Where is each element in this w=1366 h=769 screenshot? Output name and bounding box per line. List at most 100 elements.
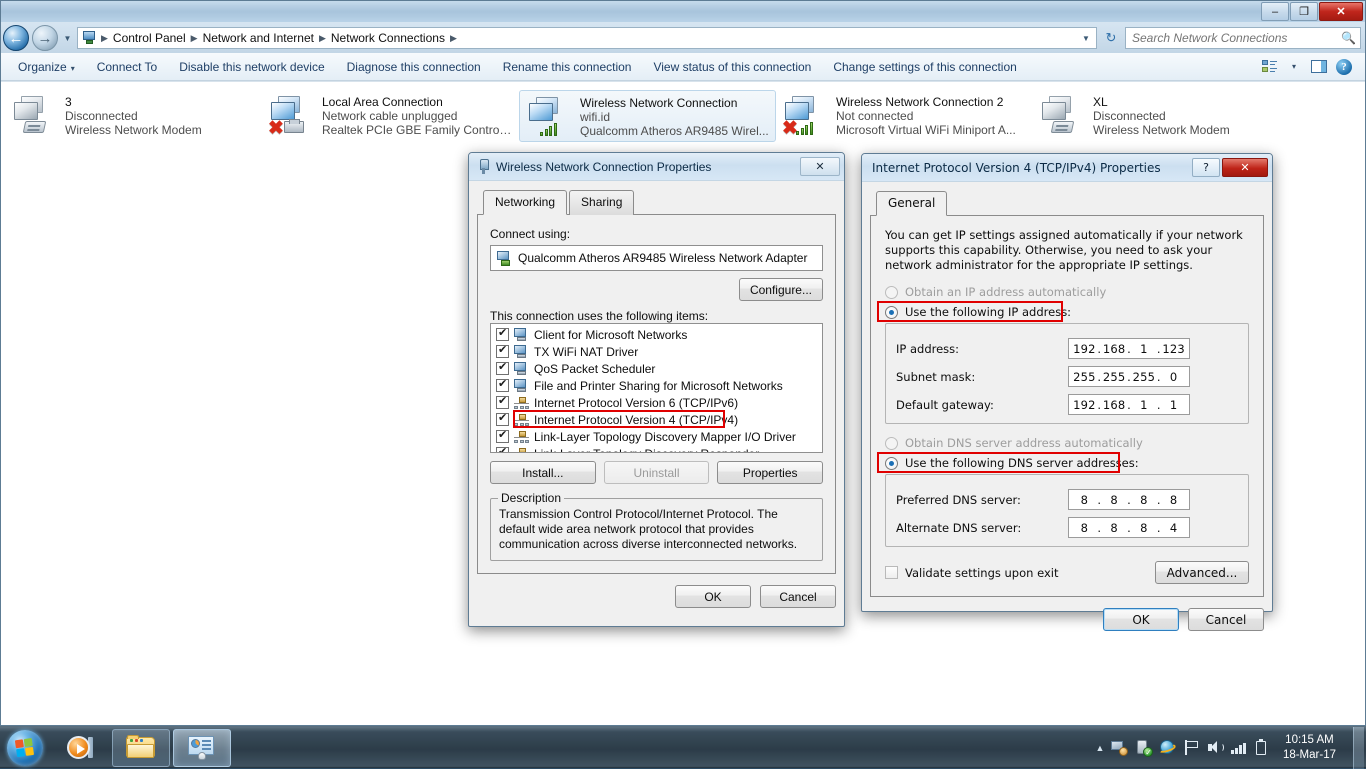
octet-2[interactable]: 8 bbox=[1102, 521, 1127, 535]
diagnose-connection-button[interactable]: Diagnose this connection bbox=[336, 57, 492, 77]
default-gateway-input[interactable]: 192. 168. 1. 1 bbox=[1068, 394, 1190, 415]
advanced-button[interactable]: Advanced... bbox=[1155, 561, 1249, 584]
octet-2[interactable]: 255 bbox=[1102, 370, 1127, 384]
breadcrumb-dropdown-icon[interactable]: ▼ bbox=[1078, 34, 1094, 43]
list-item[interactable]: Link-Layer Topology Discovery Mapper I/O… bbox=[493, 428, 820, 445]
refresh-icon[interactable]: ↻ bbox=[1100, 27, 1122, 49]
list-item[interactable]: Client for Microsoft Networks bbox=[493, 326, 820, 343]
octet-1[interactable]: 255 bbox=[1072, 370, 1097, 384]
octet-4[interactable]: 1 bbox=[1161, 398, 1186, 412]
properties-button[interactable]: Properties bbox=[717, 461, 823, 484]
octet-3[interactable]: 255 bbox=[1132, 370, 1157, 384]
show-preview-pane-icon[interactable] bbox=[1308, 57, 1330, 77]
breadcrumb-separator[interactable]: ▶ bbox=[449, 33, 458, 44]
volume-icon[interactable] bbox=[1207, 739, 1224, 756]
view-status-button[interactable]: View status of this connection bbox=[642, 57, 822, 77]
radio-button[interactable] bbox=[885, 437, 898, 450]
use-following-ip-option[interactable]: Use the following IP address: bbox=[885, 305, 1249, 319]
checkbox[interactable] bbox=[885, 566, 898, 579]
tab-sharing[interactable]: Sharing bbox=[569, 190, 634, 215]
obtain-dns-automatically-option[interactable]: Obtain DNS server address automatically bbox=[885, 436, 1249, 450]
octet-3[interactable]: 1 bbox=[1132, 342, 1157, 356]
back-button[interactable]: ← bbox=[3, 25, 29, 51]
help-button[interactable]: ? bbox=[1192, 158, 1220, 177]
subnet-mask-input[interactable]: 255. 255. 255. 0 bbox=[1068, 366, 1190, 387]
taskbar-item-windows-explorer[interactable] bbox=[112, 729, 170, 767]
checkbox[interactable] bbox=[496, 413, 509, 426]
ok-button[interactable]: OK bbox=[675, 585, 751, 608]
list-item[interactable]: TX WiFi NAT Driver bbox=[493, 343, 820, 360]
recent-pages-dropdown-icon[interactable]: ▼ bbox=[61, 34, 74, 43]
checkbox[interactable] bbox=[496, 362, 509, 375]
octet-1[interactable]: 8 bbox=[1072, 521, 1097, 535]
breadcrumb-item-control-panel[interactable]: Control Panel bbox=[109, 30, 190, 46]
octet-4[interactable]: 123 bbox=[1161, 342, 1186, 356]
close-button[interactable]: ✕ bbox=[800, 157, 840, 176]
checkbox[interactable] bbox=[496, 430, 509, 443]
list-item[interactable]: ✖ Wireless Network Connection 2 Not conn… bbox=[776, 90, 1033, 142]
octet-4[interactable]: 0 bbox=[1161, 370, 1186, 384]
start-button[interactable] bbox=[2, 729, 48, 767]
checkbox[interactable] bbox=[496, 447, 509, 453]
organize-menu-button[interactable]: Organize▾ bbox=[7, 57, 86, 77]
tab-networking[interactable]: Networking bbox=[483, 190, 567, 215]
preferred-dns-input[interactable]: 8. 8. 8. 8 bbox=[1068, 489, 1190, 510]
taskbar-item-windows-media-player[interactable] bbox=[51, 729, 109, 767]
internet-explorer-icon[interactable] bbox=[1159, 739, 1176, 756]
change-settings-button[interactable]: Change settings of this connection bbox=[822, 57, 1027, 77]
list-item-ipv4[interactable]: Internet Protocol Version 4 (TCP/IPv4) bbox=[493, 411, 820, 428]
action-center-flag-icon[interactable] bbox=[1183, 739, 1200, 756]
octet-2[interactable]: 8 bbox=[1102, 493, 1127, 507]
cancel-button[interactable]: Cancel bbox=[760, 585, 836, 608]
search-box[interactable]: 🔍 bbox=[1125, 27, 1361, 49]
close-button[interactable]: ✕ bbox=[1222, 158, 1268, 177]
list-item[interactable]: XL Disconnected Wireless Network Modem bbox=[1033, 90, 1290, 142]
configure-button[interactable]: Configure... bbox=[739, 278, 823, 301]
show-desktop-button[interactable] bbox=[1353, 727, 1364, 769]
octet-1[interactable]: 192 bbox=[1072, 398, 1097, 412]
octet-3[interactable]: 8 bbox=[1132, 521, 1157, 535]
octet-4[interactable]: 4 bbox=[1161, 521, 1186, 535]
maximize-button[interactable]: ❐ bbox=[1290, 2, 1318, 21]
list-item[interactable]: Internet Protocol Version 6 (TCP/IPv6) bbox=[493, 394, 820, 411]
ok-button[interactable]: OK bbox=[1103, 608, 1179, 631]
install-button[interactable]: Install... bbox=[490, 461, 596, 484]
components-list[interactable]: Client for Microsoft Networks TX WiFi NA… bbox=[490, 323, 823, 453]
tab-general[interactable]: General bbox=[876, 191, 947, 216]
clock[interactable]: 10:15 AM 18-Mar-17 bbox=[1277, 733, 1344, 763]
obtain-ip-automatically-option[interactable]: Obtain an IP address automatically bbox=[885, 285, 1249, 299]
ip-address-input[interactable]: 192. 168. 1. 123 bbox=[1068, 338, 1190, 359]
breadcrumb-item-network-and-internet[interactable]: Network and Internet bbox=[199, 30, 318, 46]
octet-4[interactable]: 8 bbox=[1161, 493, 1186, 507]
list-item-selected[interactable]: Wireless Network Connection wifi.id Qual… bbox=[519, 90, 776, 142]
octet-1[interactable]: 192 bbox=[1072, 342, 1097, 356]
list-item[interactable]: Link-Layer Topology Discovery Responder bbox=[493, 445, 820, 453]
octet-3[interactable]: 8 bbox=[1132, 493, 1157, 507]
radio-button[interactable] bbox=[885, 306, 898, 319]
octet-2[interactable]: 168 bbox=[1102, 342, 1127, 356]
forward-button[interactable]: → bbox=[32, 25, 58, 51]
radio-button[interactable] bbox=[885, 286, 898, 299]
minimize-button[interactable]: – bbox=[1261, 2, 1289, 21]
usb-safely-remove-icon[interactable]: ✓ bbox=[1135, 739, 1152, 756]
show-hidden-icons-chevron-icon[interactable]: ▲ bbox=[1096, 743, 1105, 753]
rename-connection-button[interactable]: Rename this connection bbox=[492, 57, 643, 77]
search-input[interactable] bbox=[1130, 30, 1341, 46]
battery-icon[interactable] bbox=[1253, 739, 1270, 756]
octet-1[interactable]: 8 bbox=[1072, 493, 1097, 507]
use-following-dns-option[interactable]: Use the following DNS server addresses: bbox=[885, 456, 1249, 470]
connect-to-button[interactable]: Connect To bbox=[86, 57, 169, 77]
cancel-button[interactable]: Cancel bbox=[1188, 608, 1264, 631]
disable-network-device-button[interactable]: Disable this network device bbox=[168, 57, 335, 77]
octet-3[interactable]: 1 bbox=[1132, 398, 1157, 412]
change-view-icon[interactable] bbox=[1258, 57, 1280, 77]
breadcrumb-item-network-connections[interactable]: Network Connections bbox=[327, 30, 449, 46]
list-item[interactable]: ✖ Local Area Connection Network cable un… bbox=[262, 90, 519, 142]
list-item[interactable]: File and Printer Sharing for Microsoft N… bbox=[493, 377, 820, 394]
network-sharing-icon[interactable] bbox=[1111, 739, 1128, 756]
checkbox[interactable] bbox=[496, 328, 509, 341]
alternate-dns-input[interactable]: 8. 8. 8. 4 bbox=[1068, 517, 1190, 538]
checkbox[interactable] bbox=[496, 396, 509, 409]
close-button[interactable]: ✕ bbox=[1319, 2, 1363, 21]
view-dropdown-chevron-icon[interactable]: ▾ bbox=[1283, 57, 1305, 77]
